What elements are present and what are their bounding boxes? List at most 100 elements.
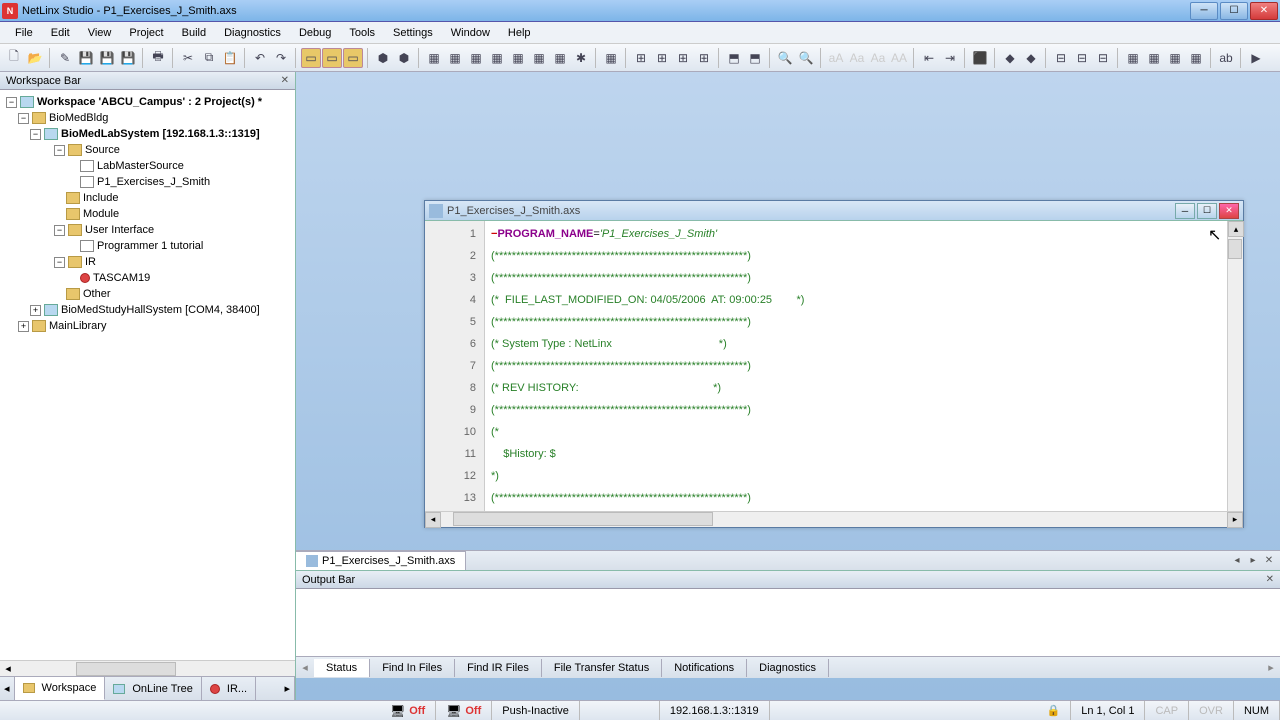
tab-prev-icon[interactable]: ◂ [296,659,314,677]
undo-icon[interactable]: ↶ [250,48,270,68]
menu-project[interactable]: Project [120,24,172,42]
tab-close-icon[interactable]: ✕ [1262,554,1276,568]
tb-icon[interactable]: ◆ [1021,48,1041,68]
copy-icon[interactable]: ⧉ [199,48,219,68]
tree-system[interactable]: +BioMedStudyHallSystem [COM4, 38400] [2,302,293,318]
scroll-thumb[interactable] [453,512,713,526]
tb-icon[interactable]: ▦ [1123,48,1143,68]
vscrollbar[interactable]: ▴ [1227,221,1243,511]
tb-icon[interactable]: ▦ [1165,48,1185,68]
tree-ir[interactable]: −IR [2,254,293,270]
scroll-up-icon[interactable]: ▴ [1228,221,1244,237]
maximize-button[interactable]: ☐ [1220,2,1248,20]
tab-next-icon[interactable]: ▸ [1262,659,1280,677]
save-all-icon[interactable]: 💾 [97,48,117,68]
redo-icon[interactable]: ↷ [271,48,291,68]
tree-file[interactable]: LabMasterSource [2,158,293,174]
menu-tools[interactable]: Tools [340,24,384,42]
menu-file[interactable]: File [6,24,42,42]
workspace-close-icon[interactable]: ✕ [281,75,289,86]
tb-icon[interactable]: ▦ [424,48,444,68]
tb-icon[interactable]: ◆ [1000,48,1020,68]
print-icon[interactable]: 🖶 [148,48,168,68]
tb-icon[interactable]: ▦ [508,48,528,68]
tree-project[interactable]: +MainLibrary [2,318,293,334]
nav-next[interactable]: ▸ [280,677,295,700]
tree-include[interactable]: Include [2,190,293,206]
minimize-button[interactable]: ─ [1190,2,1218,20]
new-icon[interactable]: 🗋 [4,48,24,68]
case-icon[interactable]: Aa [868,48,888,68]
editor-titlebar[interactable]: P1_Exercises_J_Smith.axs ─ ☐ ✕ [425,201,1243,221]
case-icon[interactable]: Aa [847,48,867,68]
case-icon[interactable]: aA [826,48,846,68]
tree-project[interactable]: −BioMedBldg [2,110,293,126]
tab-status[interactable]: Status [314,659,370,677]
tb-icon[interactable]: ⊞ [673,48,693,68]
tb-icon[interactable]: ⬛ [970,48,990,68]
menu-debug[interactable]: Debug [290,24,340,42]
editor-body[interactable]: 12345678910111213 −PROGRAM_NAME='P1_Exer… [425,221,1243,511]
tab-file-transfer[interactable]: File Transfer Status [542,659,662,677]
nav-prev[interactable]: ◂ [0,677,15,700]
indent-icon[interactable]: ⇥ [940,48,960,68]
tb-icon[interactable]: ⬒ [724,48,744,68]
hscrollbar[interactable]: ◂ [0,660,295,676]
tb-icon[interactable]: ⊟ [1051,48,1071,68]
tree-module[interactable]: Module [2,206,293,222]
save-copy-icon[interactable]: 💾 [118,48,138,68]
tab-workspace[interactable]: Workspace [15,677,106,700]
menu-edit[interactable]: Edit [42,24,79,42]
scroll-thumb[interactable] [1228,239,1242,259]
tb-icon[interactable]: ⬢ [373,48,393,68]
tb-icon[interactable]: ▦ [601,48,621,68]
tb-icon[interactable]: ⊞ [652,48,672,68]
tb-icon[interactable]: ▭ [343,48,363,68]
tree-ir-file[interactable]: TASCAM19 [2,270,293,286]
tb-icon[interactable]: ▦ [1186,48,1206,68]
tree-source[interactable]: −Source [2,142,293,158]
tab-notifications[interactable]: Notifications [662,659,747,677]
tab-online-tree[interactable]: OnLine Tree [105,677,202,700]
hscrollbar[interactable]: ◂ ▸ [425,511,1243,527]
tree-system[interactable]: −BioMedLabSystem [192.168.1.3::1319] [2,126,293,142]
tb-icon[interactable]: ▶ [1246,48,1266,68]
scroll-left-icon[interactable]: ◂ [425,512,441,528]
tree-ui[interactable]: −User Interface [2,222,293,238]
menu-diagnostics[interactable]: Diagnostics [215,24,290,42]
tb-icon[interactable]: ▭ [322,48,342,68]
code-area[interactable]: −PROGRAM_NAME='P1_Exercises_J_Smith' (**… [485,221,1243,511]
menu-build[interactable]: Build [173,24,215,42]
tree-root[interactable]: −Workspace 'ABCU_Campus' : 2 Project(s) … [2,94,293,110]
tb-icon[interactable]: ▦ [1144,48,1164,68]
tab-find-ir[interactable]: Find IR Files [455,659,542,677]
menu-view[interactable]: View [79,24,121,42]
find-icon[interactable]: 🔍 [775,48,795,68]
tree-other[interactable]: Other [2,286,293,302]
tb-icon[interactable]: ⊟ [1093,48,1113,68]
output-close-icon[interactable]: ✕ [1266,574,1274,585]
tb-icon[interactable]: ▦ [466,48,486,68]
menu-help[interactable]: Help [499,24,540,42]
tab-next-icon[interactable]: ▸ [1246,554,1260,568]
editor-close-button[interactable]: ✕ [1219,203,1239,219]
tab-find-files[interactable]: Find In Files [370,659,455,677]
tab-diagnostics[interactable]: Diagnostics [747,659,829,677]
tree-file[interactable]: Programmer 1 tutorial [2,238,293,254]
tb-icon[interactable]: ✱ [571,48,591,68]
tb-icon[interactable]: ▦ [550,48,570,68]
edit-icon[interactable]: ✎ [55,48,75,68]
menu-settings[interactable]: Settings [384,24,442,42]
doc-tab[interactable]: P1_Exercises_J_Smith.axs [296,551,466,570]
workspace-tree[interactable]: −Workspace 'ABCU_Campus' : 2 Project(s) … [0,90,295,660]
tb-icon[interactable]: ▦ [445,48,465,68]
tb-icon[interactable]: ⬒ [745,48,765,68]
tb-icon[interactable]: ▭ [301,48,321,68]
tb-icon[interactable]: ⊞ [631,48,651,68]
close-button[interactable]: ✕ [1250,2,1278,20]
scroll-right-icon[interactable]: ▸ [1227,512,1243,528]
case-icon[interactable]: AA [889,48,909,68]
tb-icon[interactable]: ab [1216,48,1236,68]
tb-icon[interactable]: ⬢ [394,48,414,68]
save-icon[interactable]: 💾 [76,48,96,68]
